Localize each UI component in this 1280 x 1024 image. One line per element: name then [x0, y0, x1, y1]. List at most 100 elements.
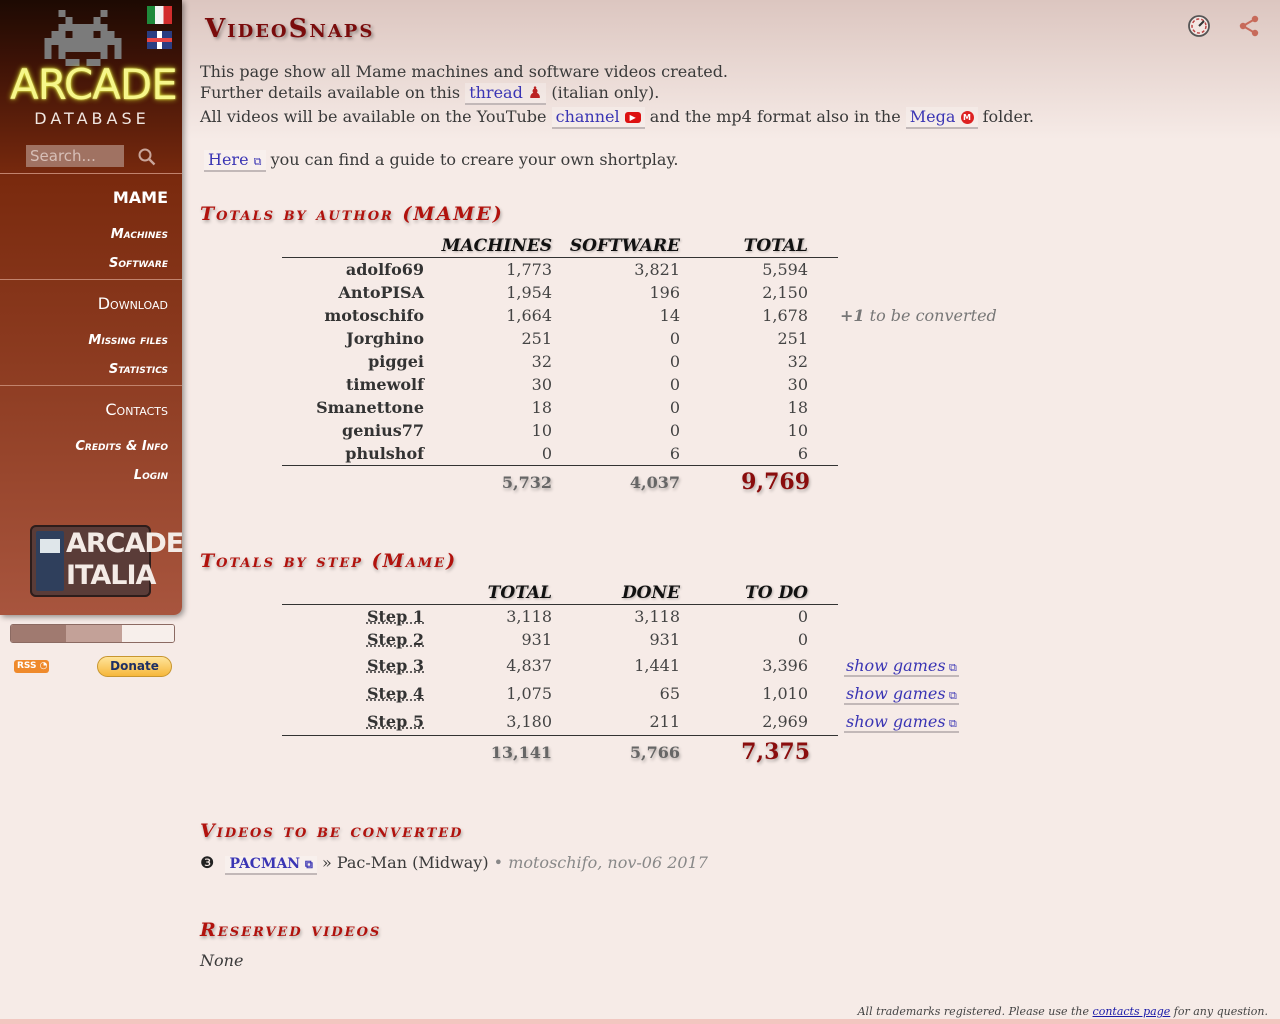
totals-label: [282, 465, 424, 498]
author-total: 6: [797, 444, 808, 463]
table-header: DONE: [552, 582, 680, 605]
step-done: 3,118: [634, 607, 680, 626]
rss-icon: ◔: [39, 661, 48, 671]
show-games-label: show games: [846, 655, 946, 675]
author-note: [838, 327, 1010, 350]
step-name[interactable]: Step 4: [282, 679, 424, 707]
intro-text: All videos will be available on the YouT…: [200, 107, 547, 126]
speedometer-icon[interactable]: [1187, 14, 1211, 38]
author-note: [838, 373, 1010, 396]
nav-contacts[interactable]: Contacts: [105, 400, 168, 419]
step-total: 3,180: [506, 711, 552, 731]
author-note: [838, 258, 1010, 282]
nav-missing-files[interactable]: Missing files: [88, 333, 168, 348]
donate-button[interactable]: Donate: [97, 656, 172, 677]
pacman-link[interactable]: PACMAN ⧉: [225, 856, 317, 875]
note-text: to be converted: [869, 306, 997, 325]
step-name[interactable]: Step 5: [282, 707, 424, 736]
convert-meta: • motoschifo, nov-06 2017: [493, 853, 708, 872]
theme-swatch-medium[interactable]: [66, 625, 122, 642]
nav-statistics[interactable]: Statistics: [109, 362, 168, 377]
author-software: 0: [669, 329, 680, 348]
nav-download[interactable]: Download: [98, 294, 168, 313]
nav-software[interactable]: Software: [109, 256, 168, 271]
nav-divider: [0, 173, 182, 174]
italian-flag-icon[interactable]: [147, 6, 172, 24]
intro-text: Further details available on this: [200, 83, 461, 102]
step-todo: 2,969: [762, 711, 808, 731]
intro-line1: This page show all Mame machines and sof…: [200, 62, 729, 81]
step-done: 65: [659, 683, 680, 703]
thread-link[interactable]: thread ♟: [465, 83, 547, 105]
intro-line3: All videos will be available on the YouT…: [200, 107, 1034, 129]
author-row: phulshof 0 6 6: [282, 442, 1010, 466]
steps-section-title: Totals by step (Mame): [200, 550, 458, 572]
step-todo: 3,396: [762, 655, 808, 675]
nav-machines[interactable]: Machines: [111, 227, 168, 242]
author-name: genius77: [342, 421, 424, 440]
external-link-icon: ⧉: [304, 858, 313, 871]
nav-mame[interactable]: MAME: [113, 188, 168, 207]
convert-item: ❸ PACMAN ⧉ » Pac-Man (Midway) • motoschi…: [200, 853, 708, 875]
nav-login[interactable]: Login: [134, 468, 168, 483]
footer: All trademarks registered. Please use th…: [858, 1005, 1268, 1018]
author-software: 6: [669, 444, 680, 463]
author-name: Jorghino: [346, 329, 424, 348]
theme-swatch-light[interactable]: [122, 625, 174, 642]
totals-label: [282, 735, 424, 768]
arcade-cabinet-icon: [36, 531, 64, 591]
contacts-page-link[interactable]: contacts page: [1093, 1005, 1171, 1018]
author-row: piggei 32 0 32: [282, 350, 1010, 373]
external-link-icon: ⧉: [945, 716, 957, 730]
total-steps: 13,141: [424, 735, 552, 768]
step-done: 211: [649, 711, 680, 731]
author-software: 0: [669, 352, 680, 371]
color-theme-bar[interactable]: [10, 624, 175, 643]
table-header: MACHINES: [424, 235, 552, 258]
step-name[interactable]: Step 1: [282, 605, 424, 629]
author-note: [838, 419, 1010, 442]
nav-divider: [0, 385, 182, 386]
table-header-empty: [838, 235, 1010, 258]
guide-link[interactable]: Here ⧉: [204, 150, 266, 172]
author-machines: 18: [531, 398, 552, 417]
intro-line2: Further details available on this thread…: [200, 83, 659, 105]
show-games-link[interactable]: show games ⧉: [844, 711, 959, 733]
english-flag-icon[interactable]: [147, 31, 172, 49]
author-row: Jorghino 251 0 251: [282, 327, 1010, 350]
step-link-cell: [838, 628, 980, 651]
step-row: Step 3 4,837 1,441 3,396 show games ⧉: [282, 651, 980, 679]
step-name[interactable]: Step 2: [282, 628, 424, 651]
step-total: 1,075: [506, 683, 552, 703]
game-title: » Pac-Man (Midway): [321, 853, 489, 872]
partner-logo-line1: ARCADE: [66, 528, 184, 559]
bottom-strip: [0, 1019, 1280, 1024]
author-total: 30: [787, 375, 808, 394]
arcade-italia-logo[interactable]: ARCADE ITALIA: [30, 525, 184, 597]
site-logo[interactable]: ARCADE: [10, 60, 178, 109]
nav-divider: [0, 279, 182, 280]
rss-feed-button[interactable]: RSS ◔: [14, 660, 49, 673]
step-name[interactable]: Step 3: [282, 651, 424, 679]
show-games-link[interactable]: show games ⧉: [844, 655, 959, 677]
sidebar: ARCADE DATABASE MAME Machines Software D…: [0, 0, 184, 615]
search-input[interactable]: [26, 145, 124, 167]
intro-text: and the mp4 format also in the: [649, 107, 901, 126]
step-link-cell: show games ⧉: [838, 651, 980, 679]
partner-logo-line2: ITALIA: [66, 560, 156, 591]
step-row: Step 4 1,075 65 1,010 show games ⧉: [282, 679, 980, 707]
nav-credits[interactable]: Credits & Info: [75, 439, 168, 454]
author-machines: 30: [531, 375, 552, 394]
author-total: 18: [787, 398, 808, 417]
theme-swatch-dark[interactable]: [11, 625, 66, 642]
show-games-link[interactable]: show games ⧉: [844, 683, 959, 705]
author-note: [838, 281, 1010, 304]
author-name: Smanettone: [316, 398, 424, 417]
youtube-icon: ▶: [624, 112, 641, 123]
search-icon[interactable]: [138, 148, 156, 166]
share-icon[interactable]: [1237, 14, 1261, 38]
mega-folder-link[interactable]: Mega M: [905, 107, 978, 129]
youtube-channel-link[interactable]: channel ▶: [551, 107, 645, 129]
note-count: +1: [840, 306, 865, 325]
table-header: TOTAL: [680, 235, 838, 258]
